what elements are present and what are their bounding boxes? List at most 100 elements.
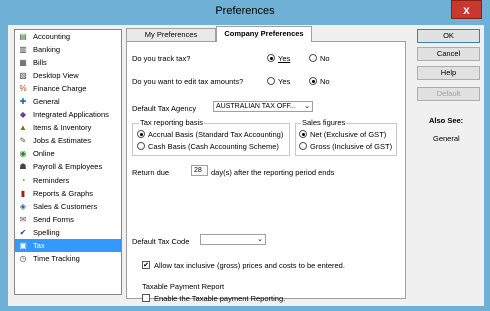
sidebar-item-label: Accounting	[33, 32, 71, 42]
tax-icon: ▣	[19, 240, 27, 250]
dialog-body: ▤ Accounting ▥ Banking ▦ Bills ▧ Desktop View% F…	[8, 25, 484, 306]
sidebar-item-label: Banking	[33, 45, 61, 55]
sales-figures-group	[295, 123, 397, 156]
title-bar[interactable]: Preferences x	[0, 0, 490, 25]
preferences-window: Preferences x ▤ Accounting ▥ Banking ▦ Bills ▧…	[0, 0, 490, 311]
tax-reporting-basis-title: Tax reporting basis	[139, 118, 204, 127]
also-see-general-link[interactable]: General	[433, 134, 460, 143]
sidebar-item[interactable]: ✉ Send Forms	[15, 213, 121, 226]
sidebar-item[interactable]: ✎ Jobs & Estimates	[15, 134, 121, 147]
cash-basis-label[interactable]: Cash Basis (Cash Accounting Scheme)	[148, 142, 279, 151]
online-icon: ◉	[19, 149, 27, 159]
inventory-icon: ▲	[19, 123, 27, 133]
sidebar-item[interactable]: ▧ Desktop View	[15, 69, 121, 82]
gross-label[interactable]: Gross (Inclusive of GST)	[310, 142, 392, 151]
cancel-button[interactable]: Cancel	[417, 47, 480, 61]
default-tax-agency-value: AUSTRALIAN TAX OFF...	[216, 103, 296, 110]
default-tax-code-select[interactable]: ⌄	[200, 234, 266, 245]
finance-charge-icon: %	[19, 84, 27, 94]
sidebar-item[interactable]: ◉ Online	[15, 147, 121, 160]
sidebar-item[interactable]: % Finance Charge	[15, 82, 121, 95]
sidebar-item-label: Integrated Applications	[33, 110, 109, 120]
edit-tax-no-label[interactable]: No	[320, 77, 330, 86]
track-tax-yes-label[interactable]: Yes	[278, 54, 290, 63]
edit-tax-no-radio[interactable]	[309, 77, 317, 85]
apps-icon: ◆	[19, 110, 27, 120]
sidebar-item[interactable]: ◔ Reminders	[15, 174, 121, 187]
edit-tax-yes-label[interactable]: Yes	[278, 77, 290, 86]
sidebar-item-label: Time Tracking	[33, 253, 80, 263]
sidebar-item[interactable]: ✔ Spelling	[15, 226, 121, 239]
spelling-icon: ✔	[19, 227, 27, 237]
jobs-icon: ✎	[19, 136, 27, 146]
edit-tax-yes-radio[interactable]	[267, 77, 275, 85]
taxable-payment-title: Taxable Payment Report	[142, 282, 225, 291]
default-tax-agency-label: Default Tax Agency	[132, 104, 197, 113]
track-tax-yes-radio[interactable]	[267, 54, 275, 62]
sales-icon: ◈	[19, 201, 27, 211]
bank-icon: ▥	[19, 45, 27, 55]
general-icon: ✚	[19, 97, 27, 107]
sidebar-item-label: Jobs & Estimates	[33, 136, 91, 146]
cash-basis-radio[interactable]	[137, 142, 145, 150]
return-due-label: Return due	[132, 168, 170, 177]
enable-taxable-label[interactable]: Enable the Taxable payment Reporting.	[154, 294, 285, 303]
send-forms-icon: ✉	[19, 214, 27, 224]
gross-radio[interactable]	[299, 142, 307, 150]
chevron-down-icon: ⌄	[304, 103, 310, 110]
preference-category-list[interactable]: ▤ Accounting ▥ Banking ▦ Bills ▧ Desktop View% F…	[14, 29, 122, 295]
accrual-basis-label[interactable]: Accrual Basis (Standard Tax Accounting)	[148, 130, 283, 139]
sidebar-item[interactable]: ☗ Payroll & Employees	[15, 160, 121, 173]
accounting-icon: ▤	[19, 32, 27, 42]
track-tax-no-label[interactable]: No	[320, 54, 330, 63]
sidebar-item[interactable]: ◷ Time Tracking	[15, 252, 121, 265]
sidebar-item[interactable]: ▦ Bills	[15, 56, 121, 69]
edit-tax-question: Do you want to edit tax amounts?	[132, 77, 244, 86]
sidebar-item[interactable]: ✚ General	[15, 95, 121, 108]
sidebar-item-label: Online	[33, 149, 55, 159]
reminders-icon: ◔	[20, 175, 26, 185]
sales-figures-title: Sales figures	[301, 118, 347, 127]
sidebar-item[interactable]: ◈ Sales & Customers	[15, 200, 121, 213]
sidebar-item-label: Spelling	[33, 227, 60, 237]
default-button[interactable]: Default	[417, 87, 480, 101]
help-button[interactable]: Help	[417, 66, 480, 80]
sidebar-item[interactable]: ▥ Banking	[15, 43, 121, 56]
sidebar-item-label: Reports & Graphs	[33, 188, 94, 198]
sidebar-item-label: Items & Inventory	[33, 123, 92, 133]
allow-inclusive-checkbox[interactable]: ✔	[142, 261, 150, 269]
payroll-icon: ☗	[19, 162, 27, 172]
reports-icon: ▮	[20, 188, 26, 198]
track-tax-no-radio[interactable]	[309, 54, 317, 62]
close-button[interactable]: x	[451, 0, 482, 19]
window-title: Preferences	[215, 5, 275, 17]
tab-company-preferences[interactable]: Company Preferences	[216, 26, 312, 42]
sidebar-item[interactable]: ▤ Accounting	[15, 30, 121, 43]
net-label[interactable]: Net (Exclusive of GST)	[310, 130, 386, 139]
sidebar-item-label: Bills	[33, 58, 47, 68]
sidebar-item[interactable]: ◆ Integrated Applications	[15, 108, 121, 121]
company-preferences-panel: Do you track tax? Yes No Do you want to …	[126, 41, 406, 303]
desktop-icon: ▧	[19, 71, 27, 81]
also-see-title: Also See:	[429, 116, 464, 125]
sidebar-item-label: Tax	[33, 240, 45, 250]
sidebar-item-label: Payroll & Employees	[33, 162, 103, 172]
sidebar-item[interactable]: ▲ Items & Inventory	[15, 121, 121, 134]
sidebar-item-label: Sales & Customers	[33, 201, 98, 211]
return-due-input[interactable]: 28	[191, 165, 208, 176]
track-tax-question: Do you track tax?	[132, 54, 191, 63]
allow-inclusive-label[interactable]: Allow tax inclusive (gross) prices and c…	[154, 261, 345, 270]
tab-my-preferences[interactable]: My Preferences	[126, 28, 216, 41]
enable-taxable-checkbox[interactable]	[142, 294, 150, 302]
net-radio[interactable]	[299, 130, 307, 138]
accrual-basis-radio[interactable]	[137, 130, 145, 138]
sidebar-item[interactable]: ▣ Tax	[15, 238, 121, 252]
ok-button[interactable]: OK	[417, 29, 480, 43]
tax-reporting-basis-group	[132, 123, 290, 156]
sidebar-item[interactable]: ▮ Reports & Graphs	[15, 187, 121, 200]
bills-icon: ▦	[19, 58, 27, 68]
sidebar-item-label: General	[33, 97, 60, 107]
default-tax-code-label: Default Tax Code	[132, 237, 190, 246]
return-due-suffix: day(s) after the reporting period ends	[211, 168, 335, 177]
default-tax-agency-select[interactable]: AUSTRALIAN TAX OFF... ⌄	[213, 101, 313, 112]
